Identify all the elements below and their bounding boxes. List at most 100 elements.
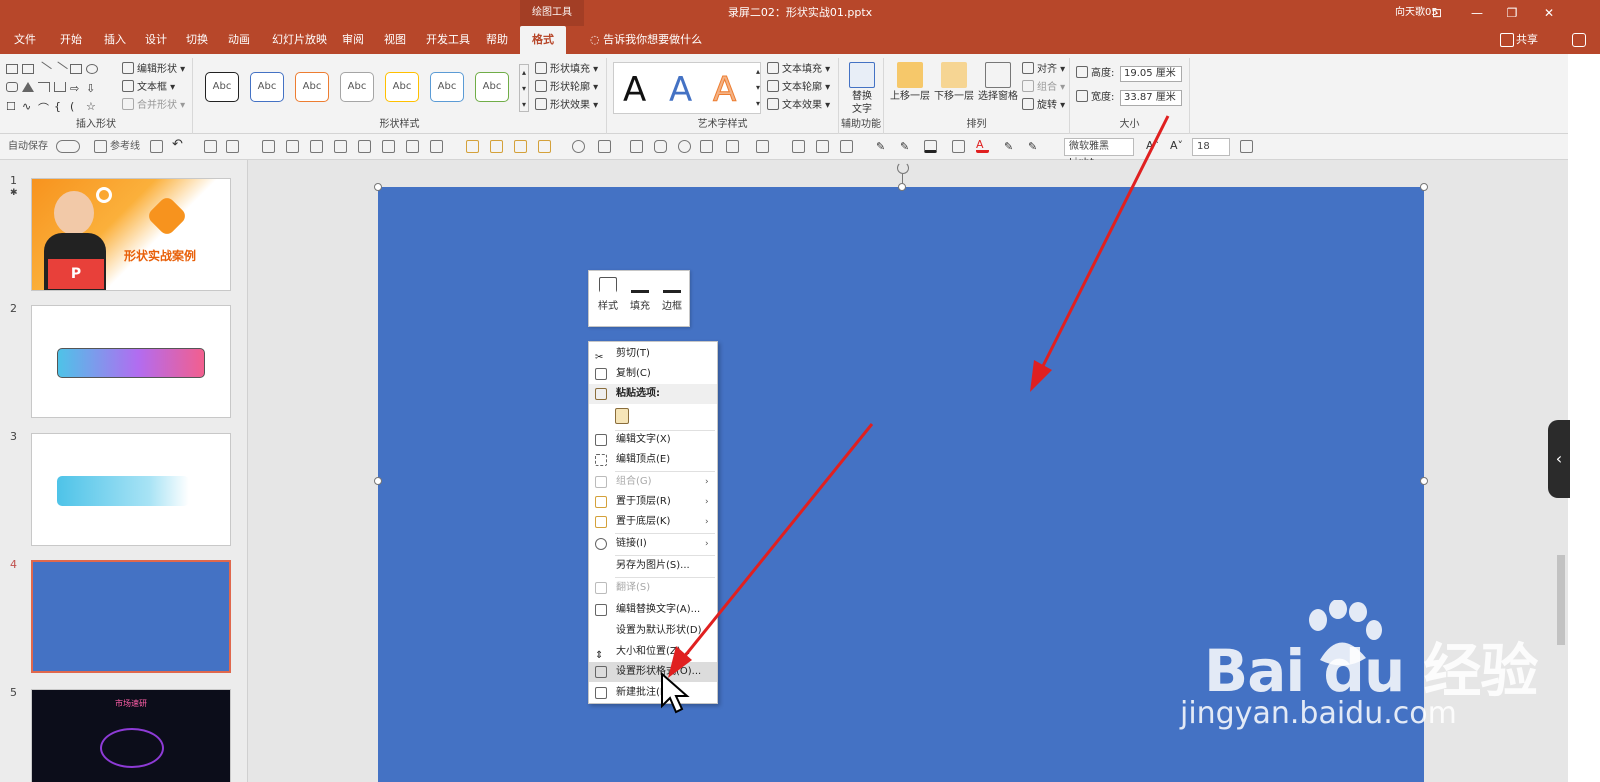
shape-bracket-icon[interactable] [54,82,66,92]
tab-slideshow[interactable]: 幻灯片放映 [270,26,329,54]
shape-arrow-icon[interactable]: ⇨ [70,82,82,95]
mini-outline-button[interactable]: 边框 [657,277,687,312]
menu-item-size-position[interactable]: ⇕ 大小和位置(Z)... [589,642,717,662]
edit-shape-button[interactable]: 编辑形状 ▾ [122,62,185,78]
align-top-icon[interactable] [334,140,347,153]
resize-handle-right[interactable] [1420,477,1428,485]
group-button[interactable]: 组合 ▾ [1022,80,1065,96]
tab-help[interactable]: 帮助 [484,26,510,54]
menu-item-link[interactable]: 链接(I) › [589,534,717,554]
shape-triangle-icon[interactable] [22,82,34,92]
scrollbar-thumb[interactable] [1557,555,1565,645]
width-input[interactable]: 33.87 厘米 [1120,90,1182,106]
outline-color-icon[interactable] [952,140,965,153]
shape-textbox-icon[interactable] [6,64,18,74]
align-middle-icon[interactable] [358,140,371,153]
menu-item-copy[interactable]: 复制(C) [589,364,717,384]
tab-file[interactable]: 文件 [12,26,38,54]
slide-thumbnail-1[interactable]: P 形状实战案例 [31,178,231,291]
tab-transitions[interactable]: 切换 [184,26,210,54]
resize-handle-left[interactable] [374,477,382,485]
shape-outline-button[interactable]: 形状轮廓 ▾ [535,80,598,96]
triangle-icon[interactable] [726,140,739,153]
menu-item-edit-alt-text[interactable]: 编辑替换文字(A)... [589,600,717,620]
shape-down-arrow-icon[interactable]: ⇩ [86,82,98,95]
align-bottom-icon[interactable] [382,140,395,153]
menu-item-edit-text[interactable]: 编辑文字(X) [589,430,717,450]
text-fill-button[interactable]: 文本填充 ▾ [767,62,830,78]
align-button[interactable]: 对齐 ▾ [1022,62,1065,78]
share-icon[interactable] [1500,33,1514,47]
shape-rounded-rect-icon[interactable] [6,82,18,92]
shape-arc-icon[interactable]: ⌒ [38,100,50,115]
menu-item-new-comment[interactable]: 新建批注(M) [589,683,717,703]
menu-item-edit-points[interactable]: 编辑顶点(E) [589,450,717,470]
guides-checkbox[interactable] [94,140,107,153]
align-left-icon[interactable] [262,140,275,153]
shape-effects-button[interactable]: 形状效果 ▾ [535,98,598,114]
tab-view[interactable]: 视图 [382,26,408,54]
text-eyedropper-icon[interactable]: ✎ [1004,140,1017,153]
shape-style-2[interactable]: Abc [250,72,284,102]
slide-thumbnail-2[interactable] [31,305,231,418]
bring-forward-button[interactable]: 上移一层 [888,62,932,103]
rectangle-icon[interactable] [630,140,643,153]
resize-handle-top[interactable] [898,183,906,191]
menu-item-send-to-back[interactable]: 置于底层(K) › [589,512,717,532]
send-to-back-icon[interactable] [490,140,503,153]
slide-thumbnail-5[interactable]: 市场速研 [31,689,231,782]
close-button[interactable]: ✕ [1534,0,1564,26]
decrease-font-icon[interactable]: A˅ [1170,140,1183,153]
maximize-button[interactable]: ❐ [1497,0,1527,26]
wordart-style-orange[interactable]: A [712,70,736,111]
forward-icon[interactable] [514,140,527,153]
menu-item-group[interactable]: 组合(G) › [589,472,717,492]
text-outline-button[interactable]: 文本轮廓 ▾ [767,80,830,96]
crop-icon[interactable] [792,140,805,153]
align-right-icon[interactable] [310,140,323,153]
wordart-style-blue[interactable]: A [669,70,692,110]
tab-developer[interactable]: 开发工具 [424,26,472,54]
shape-styles-gallery-scroll[interactable]: ▴ ▾ ▾ [519,64,529,112]
tab-format[interactable]: 格式 [520,26,566,54]
shape-style-6[interactable]: Abc [430,72,464,102]
backward-icon[interactable] [538,140,551,153]
effects-icon[interactable] [756,140,769,153]
shape-fill-button[interactable]: 形状填充 ▾ [535,62,598,78]
picture-icon[interactable] [816,140,829,153]
shape-rectangle-icon[interactable] [70,64,82,74]
font-name-select[interactable]: 微软雅黑 Light [1064,138,1134,168]
menu-item-format-shape[interactable]: 设置形状格式(O)... [589,662,717,682]
distribute-icon[interactable] [406,140,419,153]
menu-item-cut[interactable]: ✂ 剪切(T) [589,344,717,364]
shape-vertical-textbox-icon[interactable] [22,64,34,74]
shape-paren-icon[interactable]: ( [70,100,82,113]
tab-animations[interactable]: 动画 [226,26,252,54]
fill-color-icon[interactable] [924,140,937,153]
shape-select-icon[interactable] [598,140,611,153]
text-effects-button[interactable]: 文本效果 ▾ [767,98,830,114]
selection-pane-button[interactable]: 选择窗格 [976,62,1020,103]
mini-fill-button[interactable]: 填充 [625,277,655,312]
shape-curve-icon[interactable]: ∿ [22,100,34,113]
freeform-icon[interactable] [700,140,713,153]
shape-arrow-line-icon[interactable] [52,61,68,77]
shape-oval-icon[interactable] [86,64,98,74]
lock-icon[interactable] [430,140,443,153]
shape-callout-icon[interactable]: ☐ [6,100,18,113]
tab-insert[interactable]: 插入 [102,26,128,54]
pen-icon[interactable]: ✎ [1028,140,1041,153]
wordart-gallery-scroll[interactable]: ▴ ▾ ▾ [754,64,762,112]
shape-style-3[interactable]: Abc [295,72,329,102]
compress-icon[interactable] [840,140,853,153]
shape-elbow-icon[interactable] [38,82,50,92]
resize-handle-top-right[interactable] [1420,183,1428,191]
font-color-icon[interactable]: A [976,139,989,153]
align-center-icon[interactable] [286,140,299,153]
menu-item-bring-to-front[interactable]: 置于顶层(R) › [589,492,717,512]
qat-icon-1[interactable] [204,140,217,153]
merge-shapes-button[interactable]: 合并形状 ▾ [122,98,185,114]
autosave-toggle[interactable] [56,140,80,153]
increase-font-icon[interactable]: A˄ [1146,140,1159,153]
mini-style-button[interactable]: 样式 [593,277,623,312]
